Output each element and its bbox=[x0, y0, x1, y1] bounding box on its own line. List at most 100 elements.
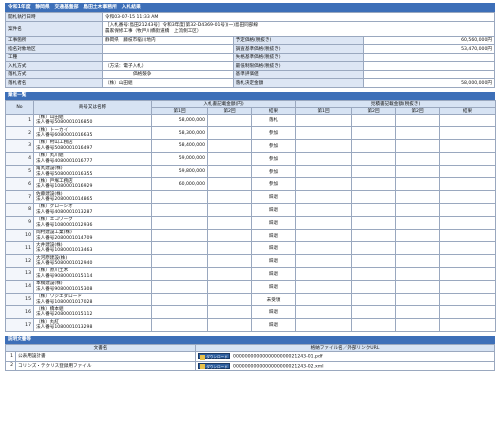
bid-result: 辞退 bbox=[250, 305, 297, 320]
row-company: （株）橋本組 法人番号2080001015112 bbox=[33, 305, 152, 320]
table-row: 12 大河原建設(株) 法人番号5080001012940 辞退 bbox=[5, 254, 497, 269]
table-row: 9 （株）エコワーク 法人番号1080001012936 辞退 bbox=[5, 215, 497, 230]
table-row: 5 角丸建設(株) 法人番号5080001016355 59,800,000 参加 bbox=[5, 164, 497, 179]
bid-round1: 59,000,000 bbox=[151, 151, 208, 166]
bid-round2 bbox=[207, 228, 252, 243]
corporate-number: 法人番号2080001014709 bbox=[36, 235, 93, 241]
bid-round2 bbox=[207, 292, 252, 307]
bid-round1: 60,000,000 bbox=[151, 177, 208, 192]
row-no: 4 bbox=[5, 151, 34, 166]
est-round3 bbox=[395, 126, 441, 141]
col-bid-r2: 第2回 bbox=[207, 106, 252, 115]
est-round3 bbox=[395, 113, 441, 128]
est-round1 bbox=[295, 267, 353, 281]
row-company: （株）丸紅 法人番号1080001013298 bbox=[33, 318, 152, 333]
doc-file-link[interactable]: 0000000000000000000021243-01.pdf bbox=[233, 355, 322, 360]
corporate-number: 法人番号1080001017028 bbox=[36, 299, 93, 305]
est-round2 bbox=[351, 215, 397, 230]
est-round2 bbox=[351, 292, 397, 307]
corporate-number: 法人番号5080001016850 bbox=[36, 120, 93, 126]
download-button[interactable]: ダウンロード bbox=[198, 362, 231, 370]
row-no: 9 bbox=[5, 215, 34, 230]
col-est-result: 結果 bbox=[439, 106, 497, 115]
est-round1 bbox=[295, 215, 353, 230]
row-no: 12 bbox=[5, 254, 34, 269]
corporate-number: 法人番号1080001013298 bbox=[36, 325, 93, 331]
est-round3 bbox=[395, 292, 441, 307]
est-round2 bbox=[351, 139, 397, 153]
est-round3 bbox=[395, 254, 441, 269]
open-date-value: 令和03-07-15 11:33 AM bbox=[102, 12, 495, 22]
download-button[interactable]: ダウンロード bbox=[198, 353, 231, 360]
row-no: 3 bbox=[5, 139, 34, 153]
type-label: 工種 bbox=[5, 52, 103, 62]
bid-round2 bbox=[207, 113, 252, 128]
bid-round2 bbox=[207, 215, 252, 230]
doc-no: 1 bbox=[5, 351, 16, 362]
table-row: 17 （株）丸紅 法人番号1080001013298 辞退 bbox=[5, 318, 497, 333]
corporate-number: 法人番号4080001013287 bbox=[36, 209, 93, 215]
est-round3 bbox=[395, 215, 441, 230]
est-round1 bbox=[295, 177, 353, 192]
est-round3 bbox=[395, 151, 441, 166]
bid-result: 参加 bbox=[250, 164, 297, 179]
est-round1 bbox=[295, 292, 353, 307]
corporate-number: 法人番号5080001012940 bbox=[36, 261, 93, 267]
method-label: 入札方式 bbox=[5, 61, 103, 71]
est-round2 bbox=[351, 254, 397, 269]
est-round1 bbox=[295, 203, 353, 217]
corporate-number: 法人番号1080001013463 bbox=[36, 248, 93, 254]
bid-result: 辞退 bbox=[250, 215, 297, 230]
est-round3 bbox=[395, 203, 441, 217]
site-label: 工事箇所 bbox=[5, 35, 103, 45]
docs-col-file: 格納ファイル名／外部リンクURL bbox=[195, 344, 495, 353]
est-round3 bbox=[395, 318, 441, 333]
bid-result: 辞退 bbox=[250, 203, 297, 217]
corporate-number: 法人番号5080001016355 bbox=[36, 171, 93, 177]
doc-no: 2 bbox=[5, 360, 16, 372]
col-name: 商号又は名称 bbox=[33, 99, 152, 115]
bid-round2 bbox=[207, 126, 252, 141]
download-icon bbox=[200, 364, 206, 370]
row-company: 佐藤建設(株) 法人番号2080001014865 bbox=[33, 190, 152, 205]
est-round1 bbox=[295, 190, 353, 205]
est-round2 bbox=[351, 228, 397, 243]
est-result bbox=[439, 267, 497, 281]
est-result bbox=[439, 139, 497, 153]
col-est-r2: 第2回 bbox=[351, 106, 397, 115]
bidders-section-title: 業者一覧 bbox=[5, 91, 495, 100]
est-round3 bbox=[395, 241, 441, 256]
table-row: 7 佐藤建設(株) 法人番号2080001014865 辞退 bbox=[5, 190, 497, 205]
est-round2 bbox=[351, 164, 397, 179]
region-label: 指名対象地区 bbox=[5, 44, 103, 54]
row-company: （株）グローシオ 法人番号4080001013287 bbox=[33, 203, 152, 217]
bid-result: 辞退 bbox=[250, 190, 297, 205]
est-result bbox=[439, 305, 497, 320]
bid-round2 bbox=[207, 318, 252, 333]
est-round2 bbox=[351, 126, 397, 141]
doc-file-link[interactable]: 0000000000000000000021243-02.xml bbox=[233, 364, 324, 369]
bid-round1: 58,300,000 bbox=[151, 126, 208, 141]
est-round2 bbox=[351, 241, 397, 256]
winner-label: 落札者名 bbox=[5, 78, 103, 88]
est-round2 bbox=[351, 279, 397, 294]
est-result bbox=[439, 254, 497, 269]
bid-round1 bbox=[151, 318, 208, 333]
row-no: 8 bbox=[5, 203, 34, 217]
winner-method-label: 落札方式 bbox=[5, 69, 103, 79]
est-result bbox=[439, 292, 497, 307]
bid-round1: 59,800,000 bbox=[151, 164, 208, 179]
row-company: 岡村建設工業(株) 法人番号2080001014709 bbox=[33, 228, 152, 243]
corporate-number: 法人番号1080001016929 bbox=[36, 184, 93, 190]
est-round3 bbox=[395, 279, 441, 294]
est-round1 bbox=[295, 139, 353, 153]
docs-table: 文書名 格納ファイル名／外部リンクURL 1 公表用設計書 ダウンロード 000000… bbox=[4, 344, 495, 372]
row-no: 16 bbox=[5, 305, 34, 320]
page-title: 令和1年度 静岡県 交通基盤部 島田土木事務所 入札結果 bbox=[5, 3, 495, 12]
est-round1 bbox=[295, 113, 353, 128]
est-round2 bbox=[351, 151, 397, 166]
project-name-line2: 農家保修工事（牧戸川橋街道橋 上流側工区） bbox=[105, 28, 202, 34]
eval-value bbox=[363, 69, 495, 79]
bid-result: 辞退 bbox=[250, 228, 297, 243]
table-row: 4 （株）丸川組 法人番号4080001016777 59,000,000 参加 bbox=[5, 151, 497, 166]
